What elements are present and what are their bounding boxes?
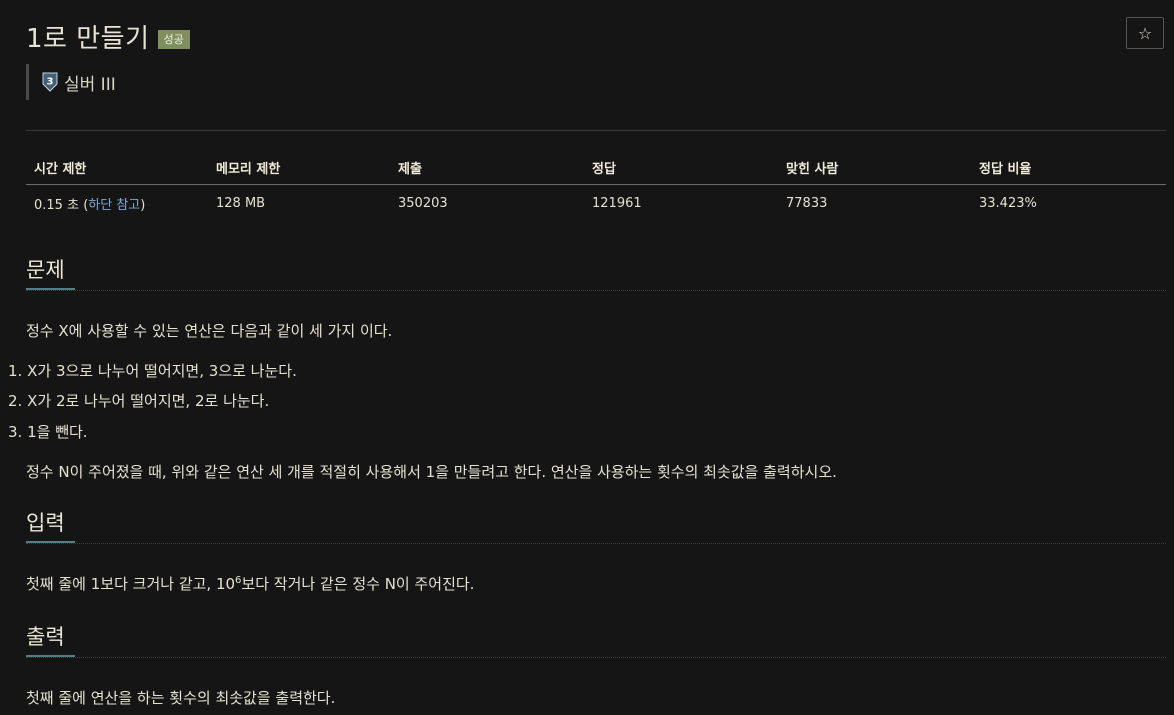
problem-outro: 정수 N이 주어졌을 때, 위와 같은 연산 세 개를 적절히 사용해서 1을 … bbox=[26, 463, 837, 481]
tier-row: 3 실버 III bbox=[26, 64, 116, 100]
tier-label: 실버 III bbox=[64, 74, 116, 95]
header-submissions: 제출 bbox=[390, 150, 584, 185]
list-item: 2. X가 2로 나누어 떨어지면, 2로 나눈다. bbox=[8, 390, 269, 411]
input-section-title: 입력 bbox=[26, 507, 75, 543]
output-section-title: 출력 bbox=[26, 621, 75, 657]
tier-number: 3 bbox=[47, 77, 54, 88]
list-text: X가 2로 나누어 떨어지면, 2로 나눈다. bbox=[27, 392, 270, 410]
table-header-row: 시간 제한 메모리 제한 제출 정답 맞힌 사람 정답 비율 bbox=[26, 150, 1166, 185]
status-badge: 성공 bbox=[157, 30, 190, 49]
table-row: 0.15 초 (하단 참고) 128 MB 350203 121961 7783… bbox=[26, 185, 1166, 222]
list-item: 3. 1을 뺀다. bbox=[8, 421, 88, 442]
correct-cell: 121961 bbox=[592, 195, 642, 211]
star-icon: ☆ bbox=[1137, 23, 1153, 43]
list-number: 3. bbox=[8, 423, 28, 441]
header-time-limit: 시간 제한 bbox=[26, 150, 208, 185]
time-limit-cell: 0.15 초 (하단 참고) bbox=[26, 185, 208, 222]
input-description: 첫째 줄에 1보다 크거나 같고, 106보다 작거나 같은 정수 N이 주어진… bbox=[26, 573, 474, 594]
divider bbox=[26, 130, 1166, 131]
list-number: 1. bbox=[8, 362, 28, 380]
problem-page: 1로 만들기 성공 ☆ 3 실버 III 시간 제한 메모리 제한 제출 정답 … bbox=[0, 0, 1174, 715]
problem-section-title: 문제 bbox=[26, 254, 75, 290]
tier-shield-icon: 3 bbox=[42, 72, 58, 92]
time-limit-value: 0.15 초 bbox=[34, 197, 80, 213]
list-item: 1. X가 3으로 나누어 떨어지면, 3으로 나눈다. bbox=[8, 360, 297, 381]
header-solvers: 맞힌 사람 bbox=[778, 150, 971, 185]
list-text: X가 3으로 나누어 떨어지면, 3으로 나눈다. bbox=[27, 362, 297, 380]
input-section-header: 입력 bbox=[26, 507, 1166, 544]
input-text-after: 보다 작거나 같은 정수 N이 주어진다. bbox=[241, 575, 475, 593]
favorite-star-button[interactable]: ☆ bbox=[1126, 17, 1164, 49]
header-ratio: 정답 비율 bbox=[971, 150, 1166, 185]
header-correct: 정답 bbox=[584, 150, 778, 185]
list-text: 1을 뺀다. bbox=[27, 423, 88, 441]
solvers-cell: 77833 bbox=[786, 195, 828, 211]
problem-section-header: 문제 bbox=[26, 254, 1166, 291]
title-row: 1로 만들기 성공 bbox=[26, 18, 190, 55]
output-section-header: 출력 bbox=[26, 621, 1166, 658]
header-memory-limit: 메모리 제한 bbox=[208, 150, 390, 185]
input-text-before: 첫째 줄에 1보다 크거나 같고, 10 bbox=[26, 575, 236, 593]
submissions-cell: 350203 bbox=[398, 195, 448, 211]
problem-info-table: 시간 제한 메모리 제한 제출 정답 맞힌 사람 정답 비율 0.15 초 (하… bbox=[26, 150, 1166, 221]
list-number: 2. bbox=[8, 392, 28, 410]
time-note-link[interactable]: 하단 참고 bbox=[88, 198, 140, 213]
ratio-cell: 33.423% bbox=[979, 195, 1037, 211]
output-description: 첫째 줄에 연산을 하는 횟수의 최솟값을 출력한다. bbox=[26, 689, 336, 707]
memory-limit-cell: 128 MB bbox=[216, 195, 266, 211]
page-title: 1로 만들기 bbox=[26, 24, 150, 54]
problem-intro: 정수 X에 사용할 수 있는 연산은 다음과 같이 세 가지 이다. bbox=[26, 322, 393, 340]
time-note-close: ) bbox=[140, 197, 146, 213]
